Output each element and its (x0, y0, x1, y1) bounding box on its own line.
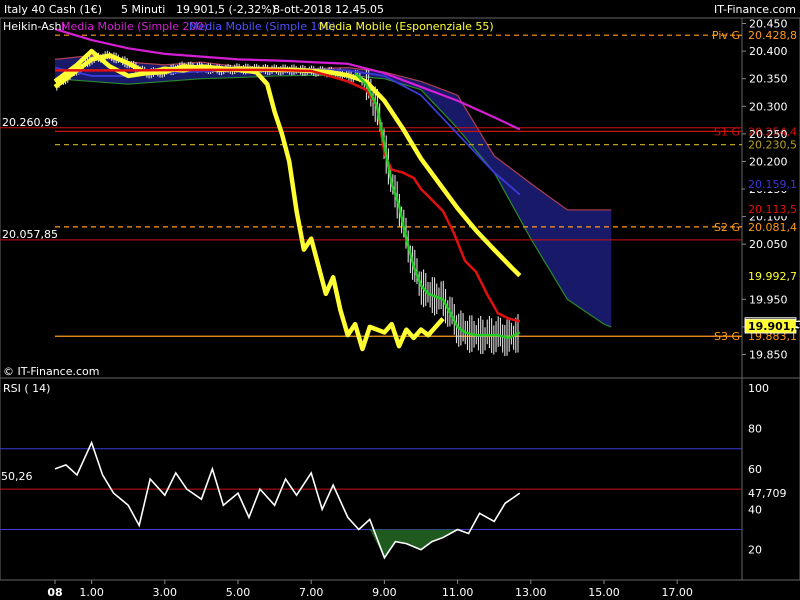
rsi-current-label: 47,709 (748, 487, 787, 500)
instrument-title: Italy 40 Cash (1€) (4, 3, 102, 16)
left-level-label-0: 20.260,96 (2, 116, 58, 129)
y-tick-label: 20.450 (749, 18, 788, 31)
x-tick-label: 17.00 (661, 586, 693, 599)
chart-canvas: Piv G 20.428,8 S1 G 20.254,4 20.230,5 S2 G 20.… (0, 0, 800, 600)
legend-ma100: Media Mobile (Simple 100) (189, 20, 336, 33)
y-tick-label: 20.050 (749, 238, 788, 251)
right-label-4: 19.901,5 (748, 320, 800, 333)
rsi-y-tick-label: 80 (748, 423, 762, 436)
interval-label: 5 Minuti (121, 3, 165, 16)
x-tick-label: 15.00 (588, 586, 620, 599)
right-label-2: 19.992,7 (748, 270, 797, 283)
x-tick-label: 5.00 (226, 586, 251, 599)
right-label-1: 20.113,5 (748, 203, 797, 216)
rsi-y-tick-label: 40 (748, 503, 762, 516)
x-tick-label: 13.00 (515, 586, 547, 599)
legend-heikin-ashi: Heikin-Ashi (3, 20, 65, 33)
level-value-0: 20.428,8 (748, 29, 797, 42)
level-name-piv-g: Piv G (712, 29, 740, 42)
y-tick-label: 20.250 (749, 128, 788, 141)
y-tick-label: 20.300 (749, 100, 788, 113)
x-tick-label: 1.00 (79, 586, 104, 599)
x-tick-label: 11.00 (442, 586, 474, 599)
legend-ma200: Media Mobile (Simple 200) (61, 20, 208, 33)
timestamp: 8-ott-2018 12.45.05 (273, 3, 384, 16)
y-tick-label: 20.350 (749, 73, 788, 86)
right-label-0: 20.159,1 (748, 178, 797, 191)
rsi-y-tick-label: 20 (748, 544, 762, 557)
rsi-panel-frame (0, 377, 800, 581)
price-chart: Piv G 20.428,8S1 G 20.254,420.230,5S2 G 20.… (0, 3, 800, 599)
left-level-label-1: 20.057,85 (2, 228, 58, 241)
rsi-y-tick-label: 60 (748, 463, 762, 476)
level-name-s3-g: S3 G (714, 330, 740, 343)
rsi-left-label: 50,26 (1, 470, 33, 483)
x-tick-label: 08 (47, 586, 62, 599)
legend-ema55: Media Mobile (Esponenziale 55) (319, 20, 494, 33)
rsi-title: RSI ( 14) (3, 382, 50, 395)
watermark: © IT-Finance.com (3, 365, 100, 378)
y-tick-label: 20.400 (749, 45, 788, 58)
y-tick-label: 19.850 (749, 348, 788, 361)
level-name-s2-g: S2 G (714, 221, 740, 234)
price-change: 19.901,5 (-2,32%) (176, 3, 276, 16)
x-tick-label: 7.00 (299, 586, 324, 599)
y-tick-label: 20.200 (749, 155, 788, 168)
y-tick-label: 19.950 (749, 293, 788, 306)
rsi-y-tick-label: 100 (748, 382, 769, 395)
x-tick-label: 3.00 (153, 586, 178, 599)
x-tick-label: 9.00 (372, 586, 397, 599)
brand-label: IT-Finance.com (714, 3, 796, 16)
